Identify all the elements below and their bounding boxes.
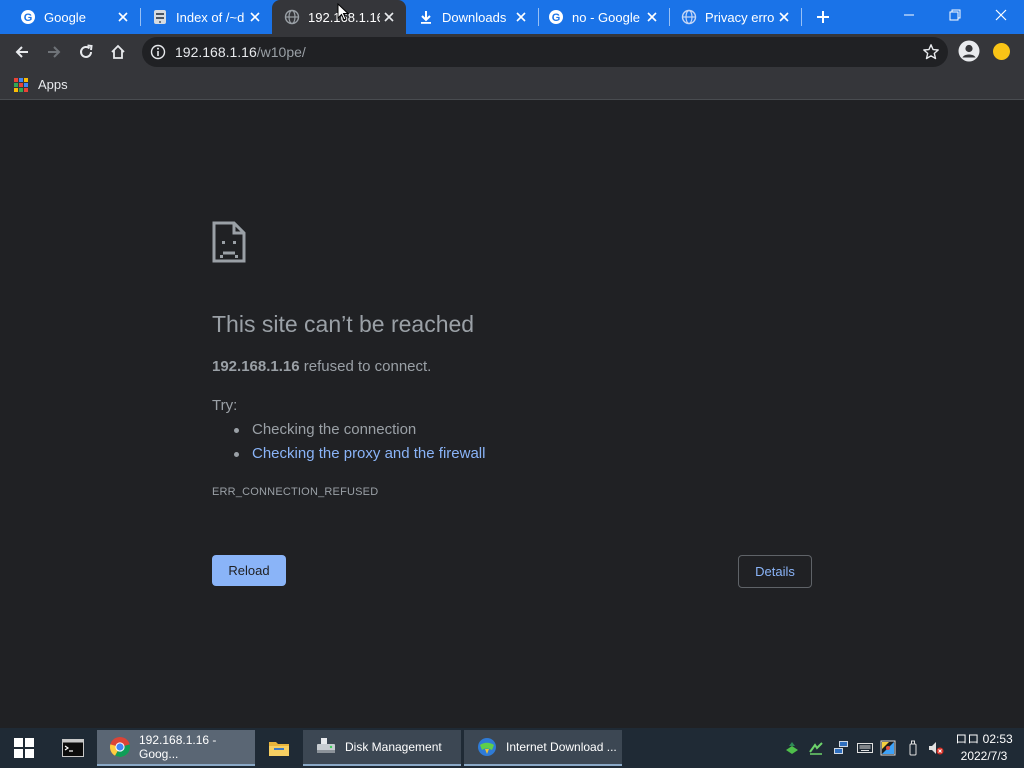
details-button[interactable]: Details [738, 555, 812, 588]
address-bar[interactable]: 192.168.1.16/w10pe/ [142, 37, 948, 67]
tab-privacy-error[interactable]: Privacy error [669, 0, 802, 34]
error-code: ERR_CONNECTION_REFUSED [212, 486, 379, 498]
globe-icon [284, 9, 300, 25]
suggestion-item: Checking the connection [234, 421, 417, 438]
tray-usb-icon[interactable] [905, 740, 921, 756]
bookmark-star-icon[interactable] [922, 43, 940, 61]
taskbar-app-label: Disk Management [345, 740, 442, 754]
close-icon[interactable] [512, 8, 530, 26]
close-icon[interactable] [246, 8, 264, 26]
reload-icon[interactable] [72, 38, 100, 66]
error-title: This site can’t be reached [212, 311, 475, 337]
url-path: /w10pe/ [256, 44, 306, 60]
file-explorer-taskbar-button[interactable] [258, 730, 300, 766]
suggestion-text: Checking the connection [252, 421, 417, 438]
error-message: 192.168.1.16 refused to connect. [212, 358, 431, 375]
disk-management-icon [315, 736, 337, 758]
download-icon [418, 9, 434, 25]
taskbar-clock[interactable]: ロロ 02:53 2022/7/3 [954, 731, 1014, 765]
tray-network-app-icon[interactable] [784, 740, 800, 756]
tab-title: Privacy error [705, 9, 775, 25]
info-icon[interactable] [150, 44, 166, 60]
bullet [234, 452, 239, 457]
mouse-cursor-icon [337, 2, 350, 21]
tray-sync-icon[interactable] [808, 740, 824, 756]
suggestion-text[interactable]: Checking the proxy and the firewall [252, 445, 485, 462]
globe-icon [681, 9, 697, 25]
new-tab-button[interactable] [812, 6, 834, 28]
error-message-suffix: refused to connect. [299, 358, 432, 375]
tab-title: no - Google [572, 9, 640, 25]
tab-separator [801, 8, 802, 26]
forward-button[interactable] [40, 38, 68, 66]
reload-button[interactable]: Reload [212, 555, 286, 586]
clock-time-value: 02:53 [982, 732, 1013, 746]
extension-icon[interactable] [993, 43, 1010, 60]
taskbar-app-chrome[interactable]: 192.168.1.16 - Goog... [97, 730, 255, 766]
error-page: This site can’t be reached 192.168.1.16 … [0, 101, 1024, 728]
browser-toolbar: 192.168.1.16/w10pe/ [0, 34, 1024, 70]
chrome-icon [109, 736, 131, 758]
error-host: 192.168.1.16 [212, 358, 300, 375]
svg-text:G: G [552, 12, 561, 24]
bullet [234, 428, 239, 433]
back-button[interactable] [8, 38, 36, 66]
taskbar-app-internet-download-manager[interactable]: Internet Download ... [464, 730, 622, 766]
bookmarks-bar: Apps [0, 70, 1024, 100]
suggestion-link[interactable]: Checking the proxy and the firewall [234, 445, 485, 462]
tab-downloads[interactable]: Downloads [406, 0, 539, 34]
close-icon[interactable] [775, 8, 793, 26]
google-icon: G [548, 9, 564, 25]
clock-date: 2022/7/3 [960, 749, 1008, 763]
apps-shortcut[interactable]: Apps [14, 77, 68, 92]
tab-title: Google [44, 9, 86, 25]
profile-avatar-icon[interactable] [958, 40, 980, 62]
windows-start-button[interactable] [0, 728, 48, 768]
tab-title: Downloads [442, 9, 507, 25]
idm-icon [476, 736, 498, 758]
tab-no-google[interactable]: G no - Google [538, 0, 670, 34]
tab-strip: G Google Index of /~d 192.168.1.16 Downl… [0, 0, 1024, 34]
close-icon[interactable] [643, 8, 661, 26]
tab-title: Index of /~d [176, 9, 245, 25]
server-icon [152, 9, 168, 25]
close-icon[interactable] [114, 8, 132, 26]
url-text: 192.168.1.16/w10pe/ [175, 44, 306, 60]
minimize-button[interactable] [886, 0, 932, 30]
url-host: 192.168.1.16 [175, 44, 257, 60]
taskbar-app-disk-management[interactable]: Disk Management [303, 730, 461, 766]
close-window-button[interactable] [978, 0, 1024, 30]
svg-text:G: G [24, 12, 33, 24]
taskbar-app-label: 192.168.1.16 - Goog... [139, 733, 217, 761]
clock-time-prefix: ロロ [955, 732, 980, 746]
close-icon[interactable] [380, 8, 398, 26]
clock-time: ロロ 02:53 [954, 731, 1014, 748]
terminal-icon [62, 737, 84, 759]
home-button[interactable] [104, 38, 132, 66]
sad-page-icon [212, 221, 246, 263]
folder-icon [268, 737, 290, 759]
tab-index-of[interactable]: Index of /~d [140, 0, 272, 34]
tray-keyboard-icon[interactable] [857, 740, 873, 756]
taskbar-app-label: Internet Download ... [506, 740, 617, 754]
restore-button[interactable] [932, 0, 978, 30]
windows-taskbar: 192.168.1.16 - Goog... Disk Management I… [0, 728, 1024, 768]
apps-label: Apps [38, 77, 68, 92]
tray-network-icon[interactable] [833, 740, 849, 756]
tray-volume-muted-icon[interactable] [928, 740, 944, 756]
apps-grid-icon [14, 77, 28, 92]
tray-color-icon[interactable] [880, 740, 896, 756]
try-label: Try: [212, 397, 238, 414]
google-icon: G [20, 9, 36, 25]
terminal-taskbar-button[interactable] [50, 730, 96, 766]
tab-google[interactable]: G Google [0, 0, 141, 34]
